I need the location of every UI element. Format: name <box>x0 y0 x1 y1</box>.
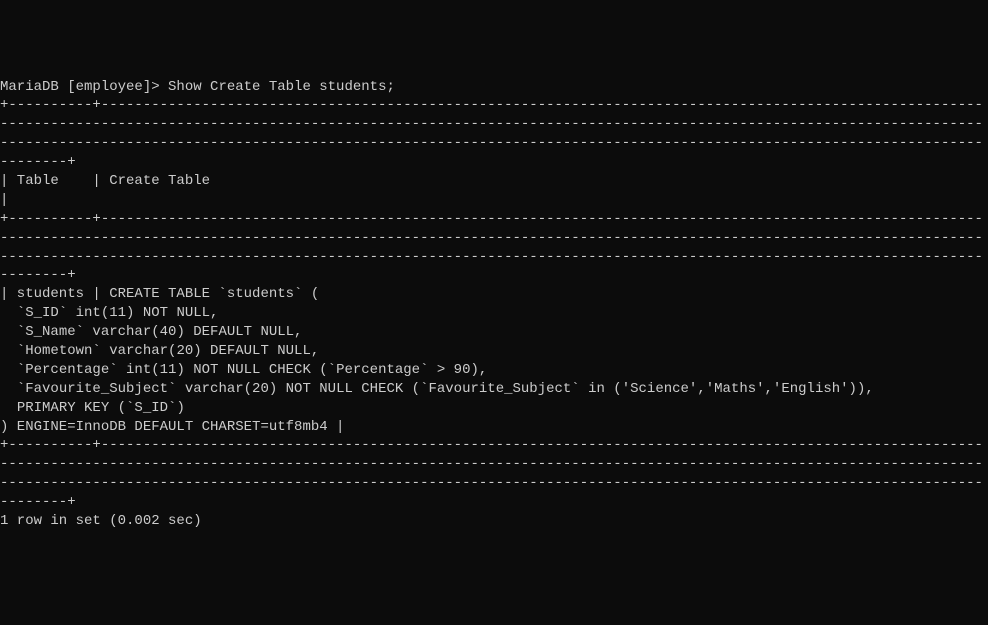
create-table-line5: `Percentage` int(11) NOT NULL CHECK (`Pe… <box>0 362 487 378</box>
create-table-line2: `S_ID` int(11) NOT NULL, <box>0 305 218 321</box>
sql-command[interactable]: Show Create Table students; <box>168 79 395 95</box>
result-footer: 1 row in set (0.002 sec) <box>0 513 202 529</box>
terminal-output: MariaDB [employee]> Show Create Table st… <box>0 78 988 531</box>
table-border-mid: +----------+----------------------------… <box>0 211 983 284</box>
create-table-line8: ) ENGINE=InnoDB DEFAULT CHARSET=utf8mb4 … <box>0 419 344 435</box>
table-header-row: | Table | Create Table <box>0 173 988 208</box>
sql-prompt: MariaDB [employee]> <box>0 79 168 95</box>
table-border-bottom: +----------+----------------------------… <box>0 437 983 510</box>
table-border-top: +----------+----------------------------… <box>0 97 983 170</box>
create-table-line3: `S_Name` varchar(40) DEFAULT NULL, <box>0 324 302 340</box>
create-table-line1: CREATE TABLE `students` ( <box>109 286 319 302</box>
create-table-line4: `Hometown` varchar(20) DEFAULT NULL, <box>0 343 319 359</box>
create-table-line7: PRIMARY KEY (`S_ID`) <box>0 400 185 416</box>
table-data-col1: | students | <box>0 286 109 302</box>
create-table-line6: `Favourite_Subject` varchar(20) NOT NULL… <box>0 381 874 397</box>
